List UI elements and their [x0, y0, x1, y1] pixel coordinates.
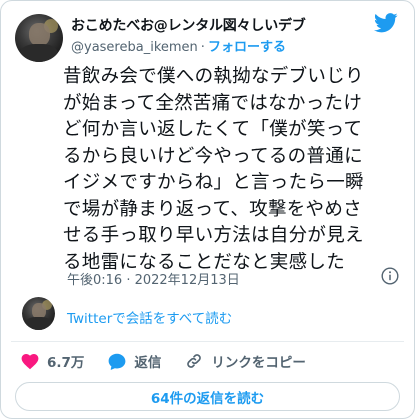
tweet-card: おこめたべお@レンタル図々しいデブ @yasereba_ikemen · フォローす… — [0, 0, 415, 419]
link-icon — [187, 354, 202, 368]
like-count: 6.7万 — [47, 355, 85, 371]
info-icon[interactable] — [381, 267, 399, 285]
heart-icon — [21, 353, 39, 369]
author-avatar[interactable] — [15, 14, 63, 62]
tweet-timestamp[interactable]: 午後0:16 · 2022年12月13日 — [67, 269, 240, 288]
copy-link-label: リンクをコピー — [211, 355, 306, 371]
twitter-bird-icon[interactable] — [374, 13, 398, 33]
author-handle-row: @yasereba_ikemen · フォローする — [71, 36, 286, 55]
reply-button[interactable]: 返信 — [108, 351, 161, 371]
action-bar: 6.7万 返信 リンクをコピー — [21, 351, 330, 371]
read-replies-button[interactable]: 64件の返信を読む — [15, 382, 400, 411]
reply-label: 返信 — [134, 355, 162, 371]
copy-link-button[interactable]: リンクをコピー — [185, 351, 306, 371]
separator-dot: · — [200, 40, 205, 55]
speech-bubble-icon — [109, 353, 126, 370]
tweet-text: 昔飲み会で僕への執拗なデブいじり が始まって全然苦痛ではなかったけ ど何か言い返… — [63, 66, 364, 273]
follow-button[interactable]: フォローする — [208, 40, 286, 55]
divider — [11, 341, 404, 342]
reply-avatar[interactable] — [22, 297, 55, 330]
author-display-name[interactable]: おこめたべお@レンタル図々しいデブ — [71, 15, 306, 35]
author-handle[interactable]: @yasereba_ikemen — [71, 40, 198, 55]
read-conversation-link[interactable]: Twitterで会話をすべて読む — [67, 307, 232, 327]
like-button[interactable]: 6.7万 — [21, 351, 84, 371]
